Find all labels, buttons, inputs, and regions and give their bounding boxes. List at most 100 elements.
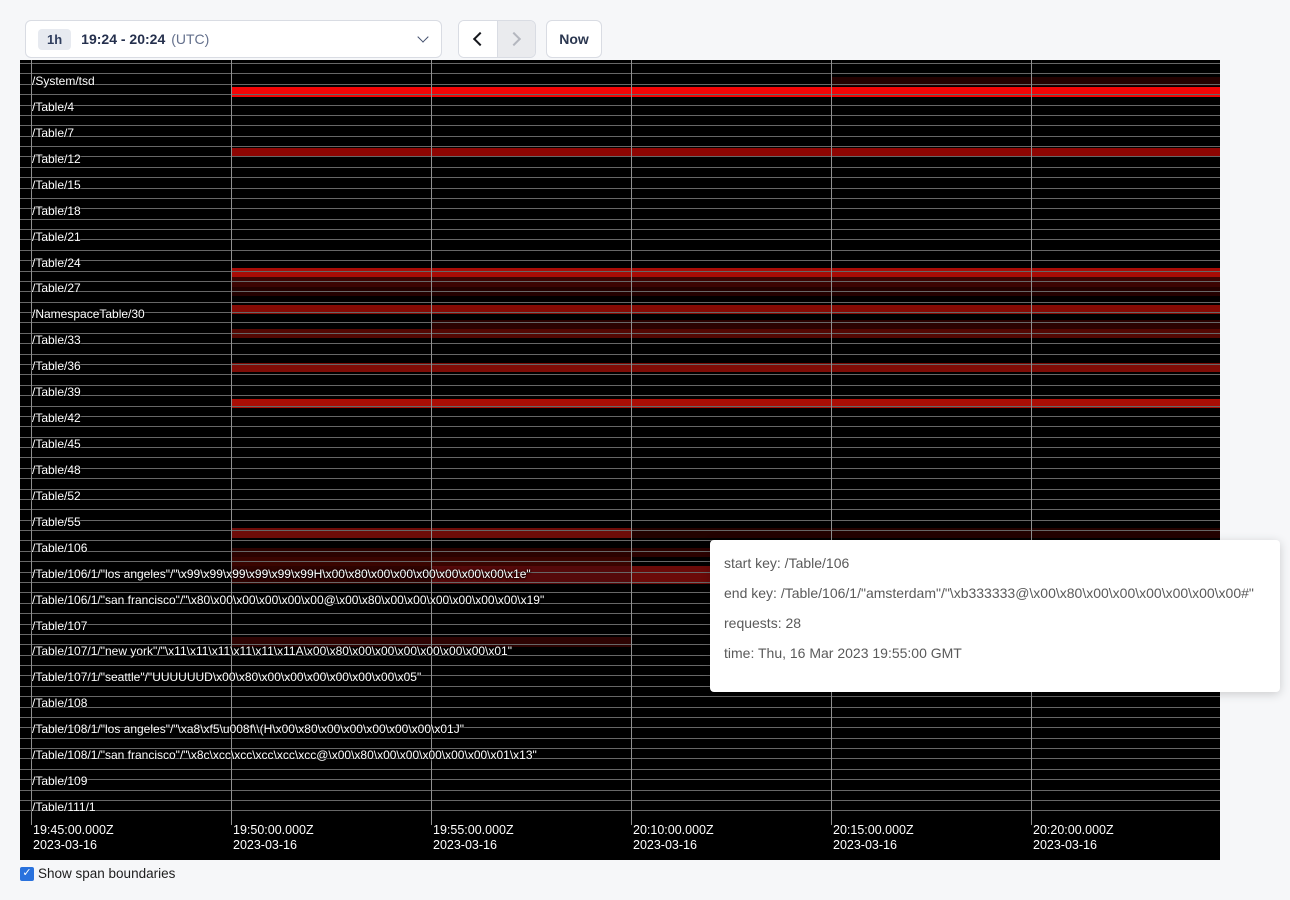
span-boundary-line [20,354,1220,355]
page: { "toolbar": { "time_range_selector": { … [0,0,1290,900]
now-button[interactable]: Now [546,20,602,58]
span-boundary-line [20,322,1220,323]
span-boundary-line [20,509,1220,510]
chevron-down-icon [417,31,428,42]
row-key-label: /Table/107 [32,619,87,633]
time-gridline [231,60,232,825]
span-boundary-line [20,696,1220,697]
tooltip-start-key: start key: /Table/106 [724,555,1266,571]
span-boundary-line [20,343,1220,344]
span-boundary-line [20,260,1220,261]
heat-band [231,268,1220,277]
row-key-label: /Table/111/1 [32,800,96,814]
span-boundary-line [20,291,1220,292]
span-boundary-line [20,63,1220,64]
row-key-label: /Table/36 [32,359,81,373]
tooltip-time: time: Thu, 16 Mar 2023 19:55:00 GMT [724,645,1266,661]
heat-band [231,87,1220,97]
duration-badge: 1h [38,29,71,50]
timezone-label: (UTC) [171,31,209,47]
show-span-boundaries-checkbox[interactable]: ✓ [20,867,34,881]
span-boundary-line [20,73,1220,74]
row-key-label: /Table/55 [32,515,81,529]
span-boundary-line [20,385,1220,386]
show-span-boundaries-row: ✓ Show span boundaries [20,866,175,881]
span-boundary-line [20,229,1220,230]
span-boundary-line [20,426,1220,427]
span-boundary-line [20,188,1220,189]
row-key-label: /Table/18 [32,204,81,218]
row-key-label: /Table/24 [32,256,81,270]
time-gridline [831,60,832,825]
span-boundary-line [20,437,1220,438]
chevron-left-icon [473,32,487,46]
time-gridline [631,60,632,825]
span-boundary-line [20,738,1220,739]
next-window-button-disabled[interactable] [497,21,536,57]
row-key-label: /Table/12 [32,152,81,166]
span-boundary-line [20,94,1220,95]
row-key-label: /System/tsd [32,74,95,88]
span-boundary-line [20,395,1220,396]
row-key-label: /Table/21 [32,230,81,244]
time-axis-tick: 20:10:00.000Z2023-03-16 [633,823,714,853]
row-key-label: /Table/109 [32,774,87,788]
time-gridline [431,60,432,825]
span-boundary-line [20,208,1220,209]
row-key-label: /Table/7 [32,126,74,140]
span-boundary-line [20,717,1220,718]
row-key-label: /Table/27 [32,281,81,295]
previous-window-button[interactable] [459,21,497,57]
time-axis-tick: 19:50:00.000Z2023-03-16 [233,823,314,853]
span-boundary-line [20,281,1220,282]
time-gridline [1031,60,1032,825]
row-key-label: /Table/106/1/"san francisco"/"\x80\x00\x… [32,593,544,607]
span-boundary-line [20,115,1220,116]
row-key-label: /Table/106/1/"los angeles"/"\x99\x99\x99… [32,567,531,581]
span-boundary-line [20,146,1220,147]
row-key-label: /Table/108/1/"los angeles"/"\xa8\xf5\u00… [32,722,464,736]
span-boundary-line [20,177,1220,178]
row-key-label: /Table/42 [32,411,81,425]
span-boundary-line [20,136,1220,137]
time-axis-tick: 19:45:00.000Z2023-03-16 [33,823,114,853]
span-boundary-line [20,707,1220,708]
row-key-label: /Table/39 [32,385,81,399]
time-window-nav [458,20,536,58]
row-key-label: /Table/33 [32,333,81,347]
span-boundary-line [20,520,1220,521]
span-boundary-line [20,302,1220,303]
span-boundary-line [20,478,1220,479]
span-boundary-line [20,374,1220,375]
row-key-label: /Table/15 [32,178,81,192]
time-range-label: 19:24 - 20:24 [81,31,165,47]
row-key-label: /Table/4 [32,100,74,114]
span-boundary-line [20,499,1220,500]
span-boundary-line [20,167,1220,168]
time-axis-tick: 19:55:00.000Z2023-03-16 [433,823,514,853]
key-visualizer-canvas[interactable]: /System/tsd/Table/4/Table/7/Table/12/Tab… [20,60,1220,860]
row-key-label: /NamespaceTable/30 [32,307,145,321]
span-boundary-line [20,105,1220,106]
time-range-selector[interactable]: 1h 19:24 - 20:24 (UTC) [25,20,442,58]
span-boundary-line [20,333,1220,334]
row-key-label: /Table/45 [32,437,81,451]
time-axis-tick: 20:20:00.000Z2023-03-16 [1033,823,1114,853]
span-boundary-line [20,312,1220,313]
row-key-label: /Table/107/1/"new york"/"\x11\x11\x11\x1… [32,644,512,658]
span-boundary-line [20,447,1220,448]
row-key-label: /Table/106 [32,541,87,555]
span-boundary-line [20,790,1220,791]
tooltip-requests: requests: 28 [724,615,1266,631]
span-boundary-line [20,810,1220,811]
heat-band [231,277,1220,287]
span-boundary-line [20,156,1220,157]
span-boundary-line [20,84,1220,85]
span-boundary-line [20,416,1220,417]
span-tooltip: start key: /Table/106 end key: /Table/10… [710,540,1280,692]
span-boundary-line [20,457,1220,458]
span-boundary-line [20,800,1220,801]
chevron-right-icon [507,32,521,46]
row-key-label: /Table/108 [32,696,87,710]
span-boundary-line [20,530,1220,531]
